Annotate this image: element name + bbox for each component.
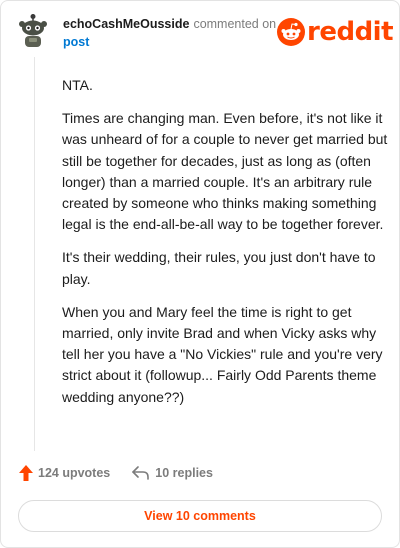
username-text[interactable]: echoCashMeOusside [63, 17, 189, 31]
comment-card: echoCashMeOusside commented on post reddi… [0, 0, 400, 548]
view-comments-label: View 10 comments [144, 509, 256, 523]
comment-actions: 124 upvotes 10 replies [19, 465, 213, 481]
comment-paragraph: NTA. [62, 77, 93, 93]
reddit-wordmark: reddit [307, 17, 394, 47]
upvote-arrow-icon [19, 465, 33, 481]
comment-paragraph: Times are changing man. Even before, it'… [62, 110, 388, 233]
snoo-avatar-icon [19, 14, 47, 47]
reddit-logo[interactable]: reddit [277, 17, 394, 47]
thread-line[interactable] [34, 57, 35, 451]
upvote-count: 124 upvotes [38, 466, 111, 480]
reply-arrow-icon [132, 466, 150, 480]
user-avatar[interactable] [18, 14, 48, 48]
replies-button[interactable]: 10 replies [132, 466, 213, 480]
comment-paragraph: When you and Mary feel the time is right… [62, 303, 383, 405]
commented-on-text: commented on [193, 17, 277, 31]
comment-author[interactable]: echoCashMeOusside commented on [63, 17, 276, 31]
replies-count: 10 replies [155, 466, 213, 480]
comment-body: NTA. Times are changing man. Even before… [62, 75, 388, 420]
view-comments-button[interactable]: View 10 comments [18, 500, 382, 532]
upvote-button[interactable]: 124 upvotes [19, 465, 110, 481]
post-link[interactable]: post [63, 35, 89, 49]
comment-paragraph: It's their wedding, their rules, you jus… [62, 249, 376, 287]
reddit-snoo-icon [277, 18, 305, 46]
